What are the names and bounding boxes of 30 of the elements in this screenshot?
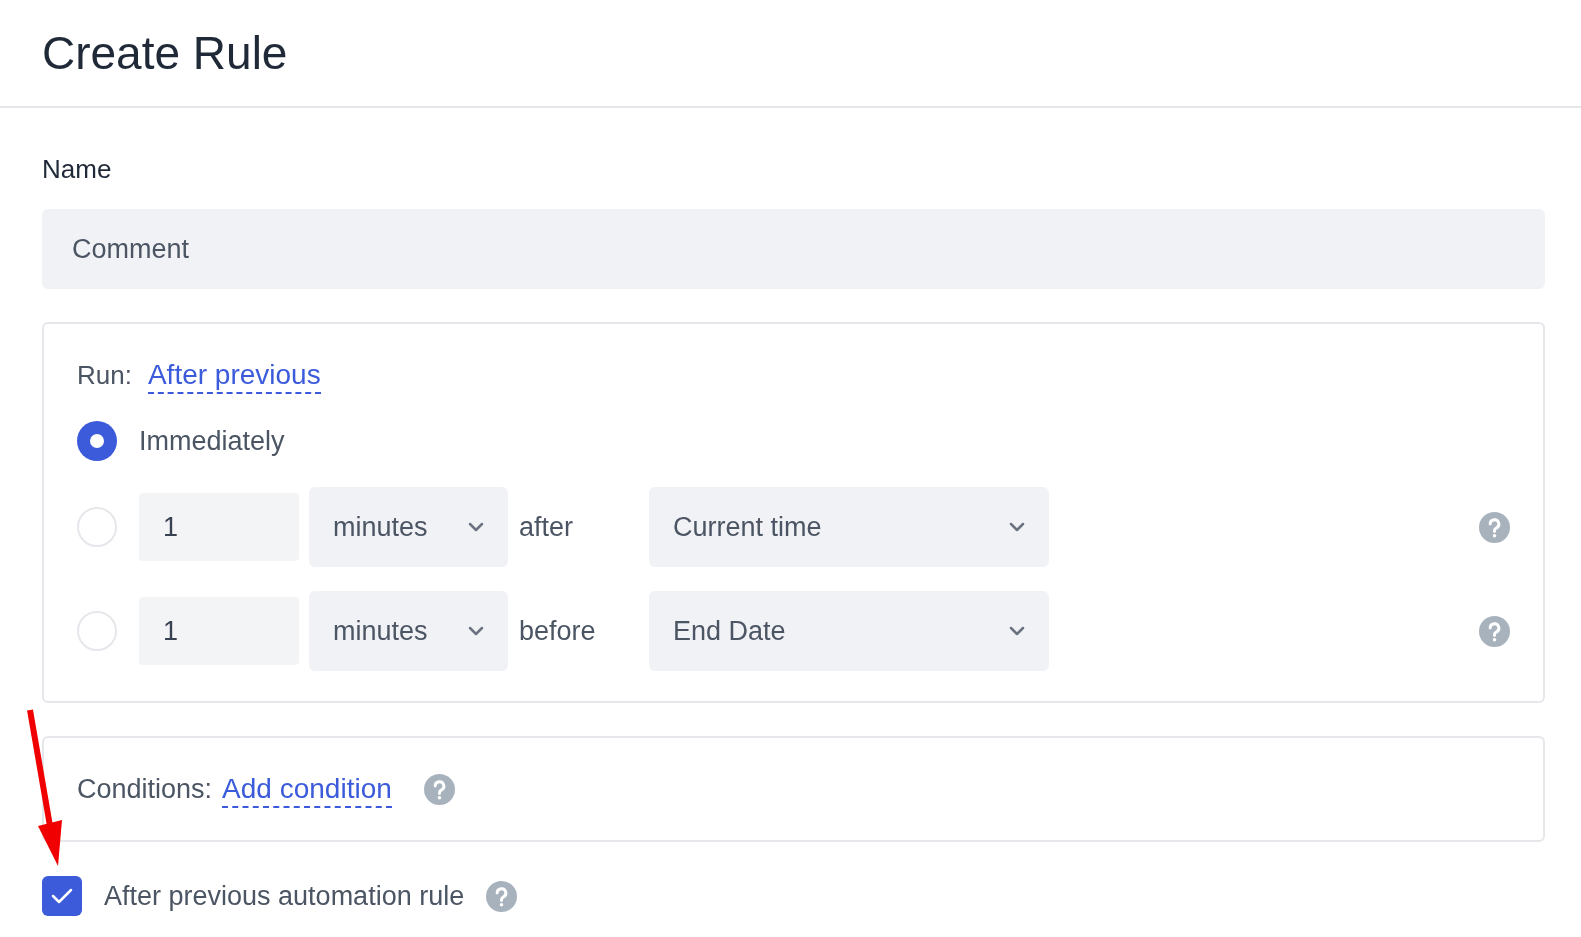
checkmark-icon xyxy=(51,888,73,905)
run-mode-link[interactable]: After previous xyxy=(147,357,321,394)
anchor-dropdown[interactable]: Current time xyxy=(649,487,1049,567)
amount-field[interactable]: 1 xyxy=(139,597,299,665)
radio-button[interactable] xyxy=(77,421,117,461)
help-icon[interactable] xyxy=(1479,511,1510,543)
unit-dropdown[interactable]: minutes xyxy=(309,591,508,671)
help-icon[interactable] xyxy=(1479,615,1510,647)
help-icon[interactable] xyxy=(486,880,518,912)
amount-field[interactable]: 1 xyxy=(139,493,299,561)
page-title: Create Rule xyxy=(42,25,288,81)
unit-dropdown[interactable]: minutes xyxy=(309,487,508,567)
run-label: Run: xyxy=(77,359,132,392)
relation-label: before xyxy=(519,614,597,648)
relation-label: after xyxy=(519,510,575,544)
chevron-down-icon xyxy=(1009,522,1025,532)
help-icon[interactable] xyxy=(423,773,455,805)
name-field[interactable]: Comment xyxy=(42,209,1545,289)
checkbox[interactable] xyxy=(42,876,82,917)
option-label: Immediately xyxy=(139,424,285,458)
radio-button[interactable] xyxy=(77,611,117,651)
radio-button[interactable] xyxy=(77,507,117,547)
chevron-down-icon xyxy=(468,522,484,532)
checkbox-label: After previous automation rule xyxy=(104,880,465,913)
chevron-down-icon xyxy=(1009,626,1025,636)
conditions-label: Conditions: xyxy=(77,772,213,806)
anchor-dropdown[interactable]: End Date xyxy=(649,591,1049,671)
chevron-down-icon xyxy=(468,626,484,636)
add-condition-link[interactable]: Add condition xyxy=(222,770,392,808)
field-label: Name xyxy=(42,153,113,186)
